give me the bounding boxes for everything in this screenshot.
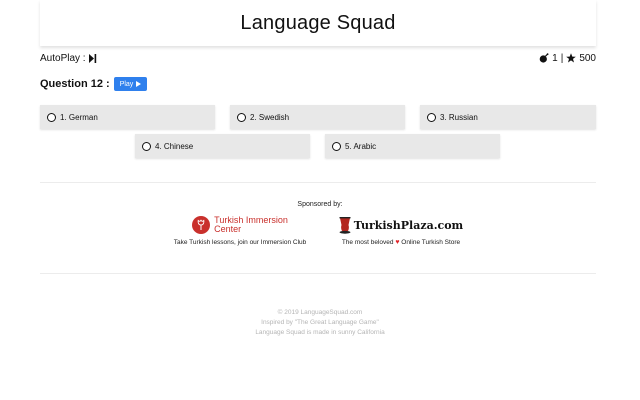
turkish-immersion-caption: Take Turkish lessons, join our Immersion… (173, 239, 307, 246)
answer-option-russian[interactable]: 3. Russian (420, 105, 596, 129)
option-label: 3. Russian (440, 112, 478, 122)
option-label: 1. German (60, 112, 98, 122)
play-icon (136, 81, 142, 87)
turkish-plaza-caption-after: Online Turkish Store (401, 239, 461, 246)
question-row: Question 12 : Play (40, 76, 148, 92)
autoplay-toggle[interactable]: AutoPlay : (40, 53, 97, 64)
autoplay-label: AutoPlay : (40, 52, 86, 64)
footer-made-in: Language Squad is made in sunny Californ… (255, 329, 385, 336)
option-label: 2. Swedish (250, 112, 290, 122)
page-footer: © 2019 LanguageSquad.com Inspired by "Th… (0, 308, 640, 338)
tulip-icon (192, 216, 211, 234)
stats-separator: | (560, 52, 564, 64)
divider (40, 273, 596, 274)
play-button[interactable]: Play (113, 77, 148, 91)
star-icon (566, 53, 577, 63)
page-title: Language Squad (240, 11, 396, 34)
play-button-label: Play (119, 80, 134, 88)
option-label: 4. Chinese (155, 141, 194, 151)
answer-option-arabic[interactable]: 5. Arabic (325, 134, 500, 158)
radio-icon[interactable] (142, 141, 151, 151)
radio-icon[interactable] (427, 112, 436, 122)
footer-inspired-link[interactable]: Inspired by "The Great Language Game" (261, 319, 379, 326)
option-label: 5. Arabic (345, 141, 377, 151)
turkish-immersion-logo[interactable]: Turkish Immersion Center (165, 214, 315, 236)
sponsored-label: Sponsored by: (297, 201, 343, 208)
tea-glass-icon (339, 217, 351, 234)
star-count: 500 (579, 52, 596, 64)
heart-icon: ♥ (395, 239, 400, 246)
turkish-immersion-logo-line2: Center (214, 224, 242, 234)
answer-option-swedish[interactable]: 2. Swedish (230, 105, 405, 129)
divider (40, 182, 596, 183)
radio-icon[interactable] (47, 112, 56, 122)
play-pause-icon (88, 53, 96, 63)
turkish-plaza-caption-before: The most beloved (341, 239, 394, 246)
footer-copyright: © 2019 LanguageSquad.com (277, 309, 363, 316)
radio-icon[interactable] (237, 112, 246, 122)
answer-option-chinese[interactable]: 4. Chinese (135, 134, 310, 158)
status-bar: AutoPlay : 1 | 500 (40, 51, 596, 65)
app-header: Language Squad (40, 0, 596, 46)
bomb-count: 1 (552, 52, 558, 64)
sponsor-turkish-immersion[interactable]: Turkish Immersion Center Take Turkish le… (165, 214, 315, 247)
turkish-plaza-caption: The most beloved ♥ Online Turkish Store (326, 239, 476, 246)
score-stats: 1 | 500 (539, 53, 596, 64)
radio-icon[interactable] (332, 141, 341, 151)
answer-option-german[interactable]: 1. German (40, 105, 215, 129)
sponsor-turkish-plaza[interactable]: TurkishPlaza.com The most beloved ♥ Onli… (326, 214, 476, 246)
turkish-plaza-logo-text: TurkishPlaza.com (353, 218, 464, 232)
turkish-plaza-logo[interactable]: TurkishPlaza.com (326, 214, 476, 236)
bomb-icon (539, 53, 549, 63)
question-title: Question 12 : (40, 78, 110, 90)
